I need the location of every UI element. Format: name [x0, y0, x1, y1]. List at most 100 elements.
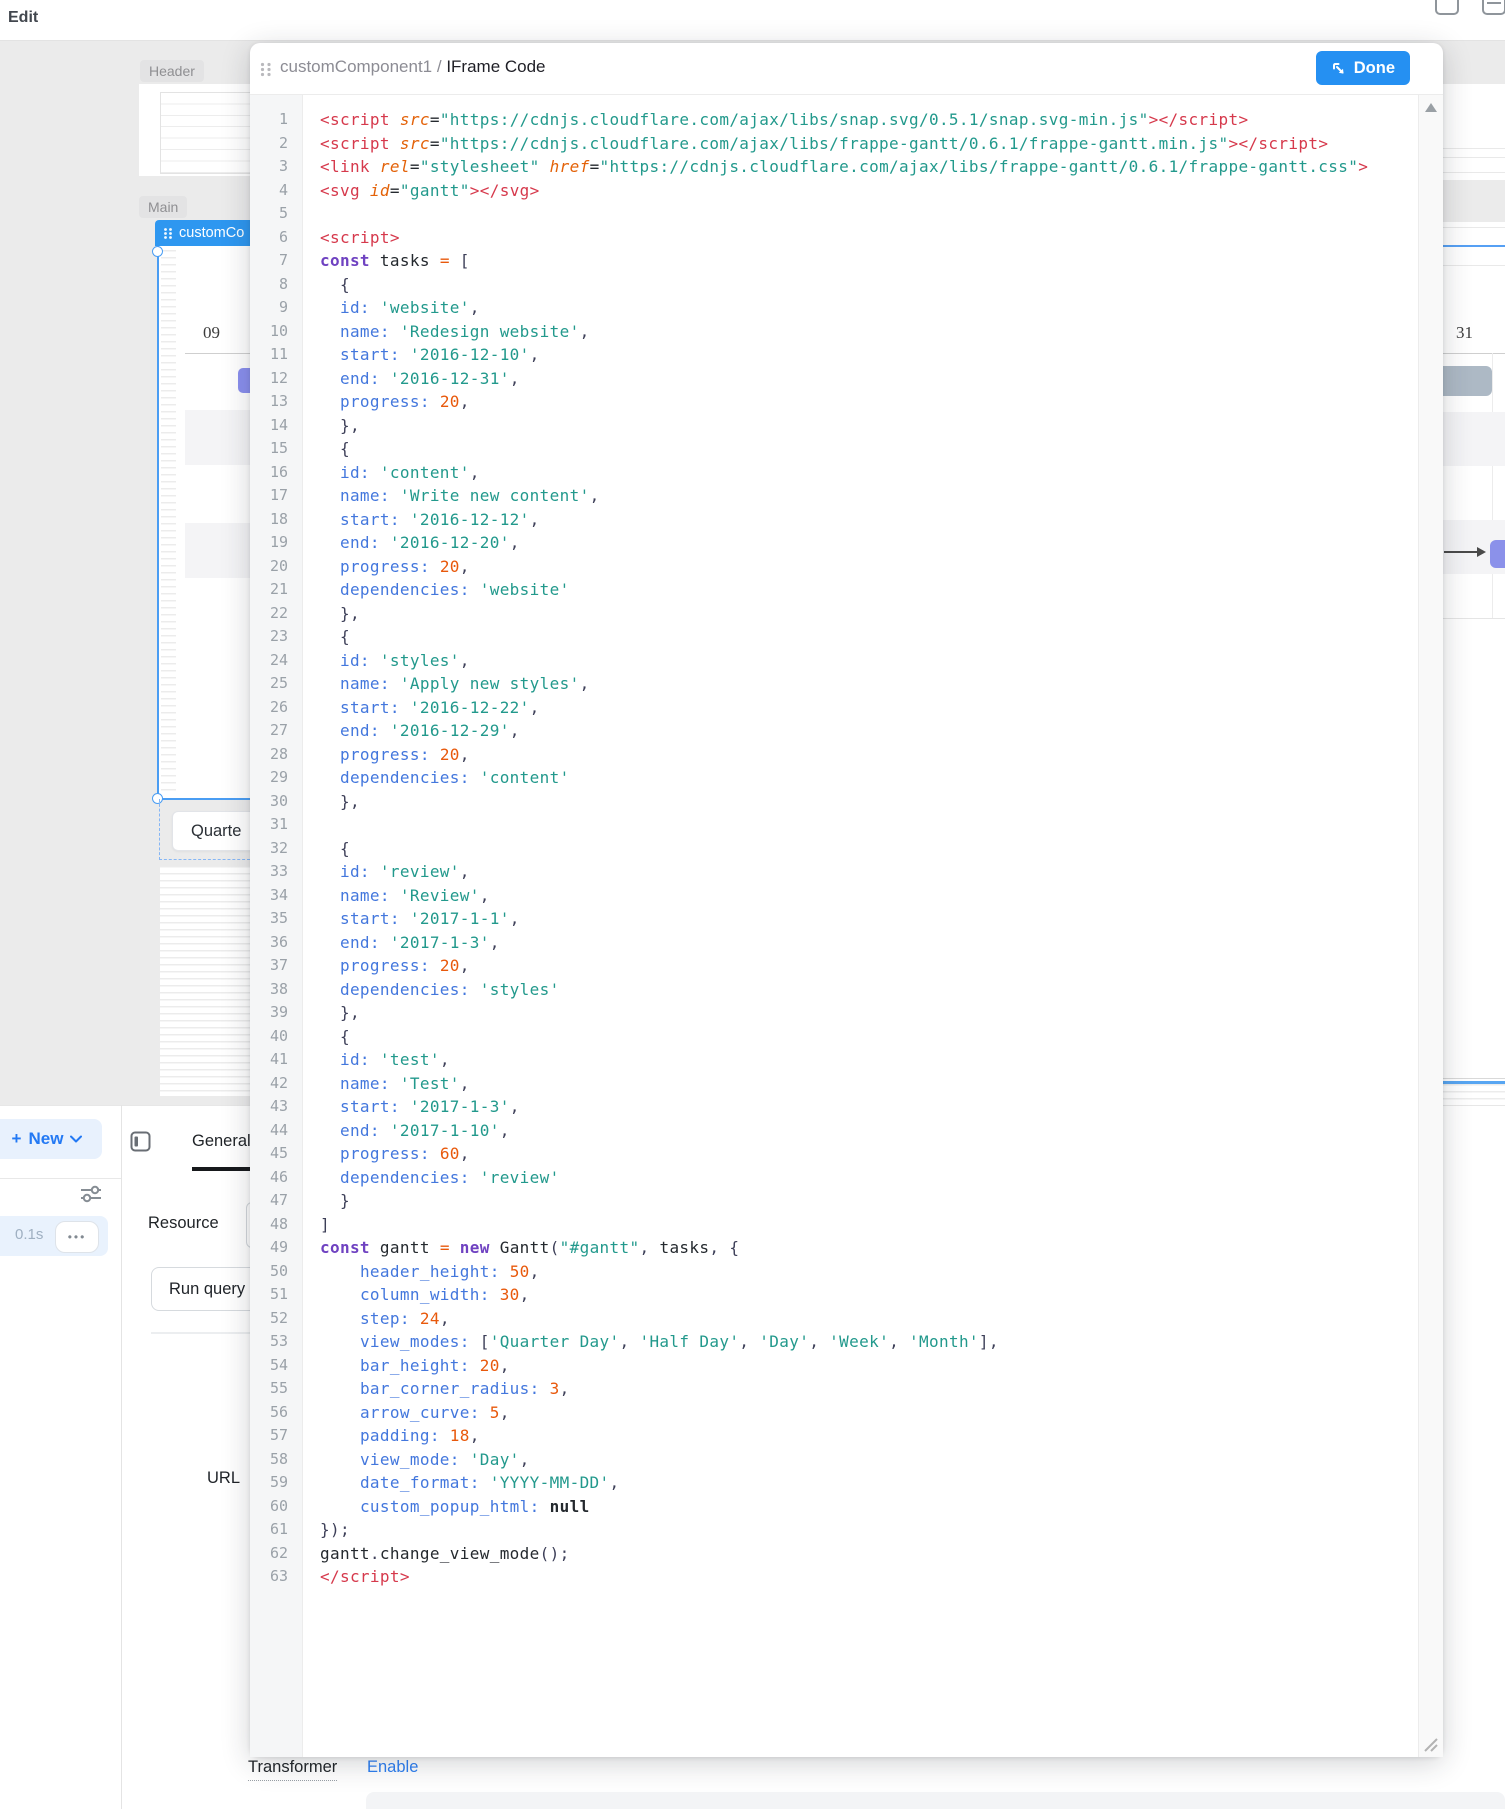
code-line: 56 arrow_curve: 5, — [250, 1401, 1418, 1425]
code-line: 49const gantt = new Gantt("#gantt", task… — [250, 1236, 1418, 1260]
window-icon[interactable] — [1435, 0, 1459, 15]
run-query-button-label: Run query — [169, 1280, 245, 1299]
query-duration-badge: 0.1s — [15, 1226, 43, 1243]
resource-label: Resource — [148, 1214, 219, 1233]
code-editor-modal: customComponent1 / IFrame Code Done 1<sc… — [250, 43, 1443, 1757]
code-line: 63</script> — [250, 1565, 1418, 1589]
code-line: 59 date_format: 'YYYY-MM-DD', — [250, 1471, 1418, 1495]
gantt-dependency-arrow-icon — [1444, 542, 1486, 562]
code-line: 60 custom_popup_html: null — [250, 1495, 1418, 1519]
tab-general[interactable]: General — [192, 1132, 251, 1151]
main-container-label: Main — [139, 196, 187, 218]
code-line: 39 }, — [250, 1001, 1418, 1025]
code-line: 27 end: '2016-12-29', — [250, 719, 1418, 743]
panel-layout-icon[interactable] — [130, 1131, 151, 1152]
done-button-label: Done — [1354, 59, 1395, 78]
modal-title: customComponent1 / IFrame Code — [280, 57, 546, 77]
code-line: 21 dependencies: 'website' — [250, 578, 1418, 602]
modal-title-separator: / — [432, 57, 446, 76]
code-line: 55 bar_corner_radius: 3, — [250, 1377, 1418, 1401]
plus-icon: + — [12, 1129, 22, 1149]
selection-handle-top[interactable] — [152, 246, 163, 257]
gantt-bar-purple[interactable] — [1490, 540, 1505, 568]
window-minimize-icon[interactable] — [1482, 0, 1505, 15]
filter-sliders-icon[interactable] — [80, 1184, 102, 1204]
code-line: 2<script src="https://cdnjs.cloudflare.c… — [250, 132, 1418, 156]
gantt-header-divider-right — [1443, 353, 1505, 354]
top-bar: Edit — [0, 0, 1505, 41]
drag-dots-icon — [163, 227, 173, 240]
code-line: 38 dependencies: 'styles' — [250, 978, 1418, 1002]
panel-divider[interactable] — [121, 1105, 122, 1809]
enable-transformer-link[interactable]: Enable — [367, 1758, 418, 1777]
code-line: 40 { — [250, 1025, 1418, 1049]
done-button[interactable]: Done — [1316, 51, 1410, 85]
edit-mode-label: Edit — [8, 9, 38, 27]
code-line: 7const tasks = [ — [250, 249, 1418, 273]
gantt-left-stripe-gutter — [161, 250, 176, 795]
ellipsis-icon: ••• — [68, 1230, 87, 1244]
code-line: 58 view_mode: 'Day', — [250, 1448, 1418, 1472]
code-line: 33 id: 'review', — [250, 860, 1418, 884]
code-line: 45 progress: 60, — [250, 1142, 1418, 1166]
gantt-row-stripe — [185, 410, 250, 465]
code-line: 16 id: 'content', — [250, 461, 1418, 485]
code-line: 48] — [250, 1213, 1418, 1237]
code-line: 19 end: '2016-12-20', — [250, 531, 1418, 555]
scroll-up-arrow-icon[interactable] — [1425, 103, 1437, 112]
new-query-button[interactable]: + New — [0, 1119, 102, 1159]
gantt-date-label-left: 09 — [203, 323, 220, 343]
quarter-day-button-label: Quarte — [191, 822, 241, 841]
code-line: 14 }, — [250, 414, 1418, 438]
code-line: 3<link rel="stylesheet" href="https://cd… — [250, 155, 1418, 179]
scrollbar[interactable] — [1418, 95, 1443, 1757]
query-more-button[interactable]: ••• — [55, 1221, 99, 1253]
code-line: 35 start: '2017-1-1', — [250, 907, 1418, 931]
code-line: 32 { — [250, 837, 1418, 861]
code-line: 4<svg id="gantt"></svg> — [250, 179, 1418, 203]
code-line: 9 id: 'website', — [250, 296, 1418, 320]
selection-outline — [157, 246, 159, 799]
code-line: 10 name: 'Redesign website', — [250, 320, 1418, 344]
resize-handle-icon[interactable] — [1422, 1736, 1439, 1753]
code-line: 8 { — [250, 273, 1418, 297]
code-line: 50 header_height: 50, — [250, 1260, 1418, 1284]
gantt-grid-column-line — [1492, 353, 1493, 618]
code-line: 12 end: '2016-12-31', — [250, 367, 1418, 391]
code-line: 51 column_width: 30, — [250, 1283, 1418, 1307]
bottom-section — [366, 1792, 1505, 1809]
code-line: 47 } — [250, 1189, 1418, 1213]
code-line: 57 padding: 18, — [250, 1424, 1418, 1448]
component-tag-label: customCo — [179, 225, 244, 241]
code-line: 5 — [250, 202, 1418, 226]
url-label: URL — [207, 1469, 240, 1488]
code-line: 30 }, — [250, 790, 1418, 814]
app-root: Edit Header Main 09 customCo Quarte 31 — [0, 0, 1505, 1809]
code-line: 37 progress: 20, — [250, 954, 1418, 978]
code-line: 6<script> — [250, 226, 1418, 250]
modal-title-component: customComponent1 — [280, 57, 432, 76]
code-line: 34 name: 'Review', — [250, 884, 1418, 908]
code-line: 28 progress: 20, — [250, 743, 1418, 767]
code-line: 44 end: '2017-1-10', — [250, 1119, 1418, 1143]
code-line: 11 start: '2016-12-10', — [250, 343, 1418, 367]
code-editor[interactable]: 1<script src="https://cdnjs.cloudflare.c… — [250, 95, 1418, 1757]
code-line: 62gantt.change_view_mode(); — [250, 1542, 1418, 1566]
code-line: 61}); — [250, 1518, 1418, 1542]
drag-handle-icon[interactable] — [260, 62, 272, 77]
gantt-bar-gray[interactable] — [1443, 366, 1492, 396]
chevron-down-icon — [70, 1135, 82, 1143]
code-line: 29 dependencies: 'content' — [250, 766, 1418, 790]
code-line: 17 name: 'Write new content', — [250, 484, 1418, 508]
code-line: 15 { — [250, 437, 1418, 461]
selection-outline-top-right — [1443, 245, 1505, 247]
gantt-date-label-right: 31 — [1456, 323, 1473, 343]
code-line: 18 start: '2016-12-12', — [250, 508, 1418, 532]
active-tab-indicator — [192, 1167, 252, 1171]
code-line: 22 }, — [250, 602, 1418, 626]
code-line: 25 name: 'Apply new styles', — [250, 672, 1418, 696]
transformer-label: Transformer — [248, 1758, 337, 1781]
header-panel-right-sliver — [1443, 89, 1505, 180]
collapse-arrow-icon — [1331, 61, 1346, 76]
code-line: 1<script src="https://cdnjs.cloudflare.c… — [250, 108, 1418, 132]
